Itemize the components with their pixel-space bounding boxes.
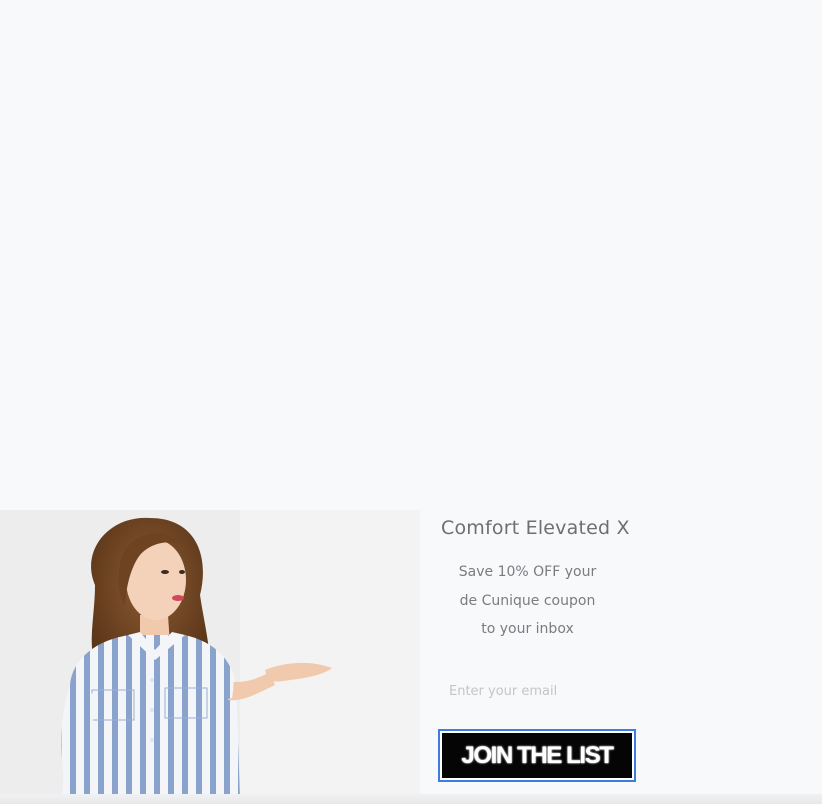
model-photo: [0, 510, 420, 798]
popup-subtitle: Save 10% OFF your de Cunique coupon to y…: [458, 564, 597, 637]
popup-bottom-edge: [0, 794, 822, 804]
popup-title: Comfort Elevated X: [441, 517, 630, 539]
signup-popup: Comfort Elevated X Save 10% OFF your de …: [0, 510, 822, 804]
hero-image: [0, 510, 420, 798]
join-the-list-button[interactable]: JOIN THE LIST: [438, 729, 636, 782]
join-button-label: JOIN THE LIST: [442, 733, 632, 778]
page: Comfort Elevated X Save 10% OFF your de …: [0, 0, 822, 804]
email-input[interactable]: [442, 678, 641, 704]
